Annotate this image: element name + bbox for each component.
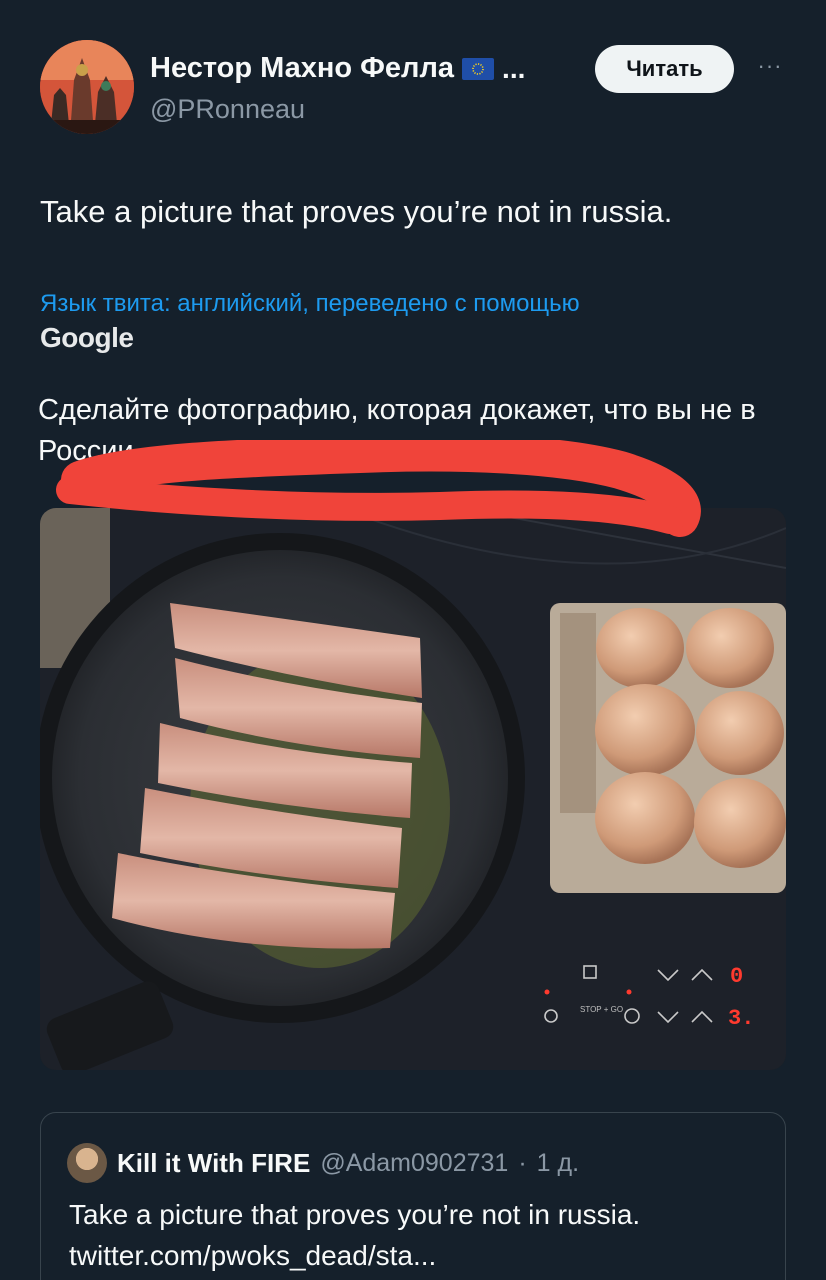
author-name-row[interactable]: Нестор Махно Фелла ... [150,52,525,85]
name-truncation: ... [502,52,526,84]
quoted-tweet[interactable]: Kill it With FIRE @Adam0902731 · 1 д. Ta… [40,1112,786,1280]
quoted-author-avatar[interactable] [67,1143,107,1183]
author-handle[interactable]: @PRonneau [150,94,305,125]
follow-button[interactable]: Читать [595,45,734,93]
author-display-name[interactable]: Нестор Махно Фелла [150,52,454,85]
author-avatar[interactable] [40,40,134,134]
more-options-icon[interactable]: ··· [750,46,790,86]
quoted-tweet-text: Take a picture that proves you’re not in… [69,1199,641,1230]
google-logo: Google [40,322,134,353]
eggs [595,608,786,868]
tweet-text: Take a picture that proves you’re not in… [40,194,673,229]
quoted-tweet-header: Kill it With FIRE @Adam0902731 · 1 д. [67,1143,579,1183]
eu-flag-icon [462,57,495,80]
red-scribble-mark [56,440,701,537]
tweet-photo[interactable]: 0 3. STOP + GO [40,508,786,1070]
quoted-tweet-link[interactable]: twitter.com/pwoks_dead/sta... [69,1236,769,1277]
quoted-timestamp[interactable]: 1 д. [537,1149,579,1178]
quoted-separator: · [518,1148,527,1177]
stove-display-top: 0 [730,964,743,989]
tweet-header: Нестор Махно Фелла ... @PRonneau Читать … [40,40,800,140]
bacon-eggs-photo: 0 3. STOP + GO [40,508,786,1070]
stove-display-bottom: 3. [728,1006,754,1031]
quoted-author-name[interactable]: Kill it With FIRE [117,1148,310,1179]
translation-note[interactable]: Язык твита: английский, переведено с пом… [40,290,580,318]
kremlin-avatar-image [40,40,134,134]
quoted-author-handle[interactable]: @Adam0902731 [320,1149,508,1178]
stop-go-label: STOP + GO [580,1005,623,1014]
quoted-tweet-body: Take a picture that proves you’re not in… [69,1195,769,1276]
